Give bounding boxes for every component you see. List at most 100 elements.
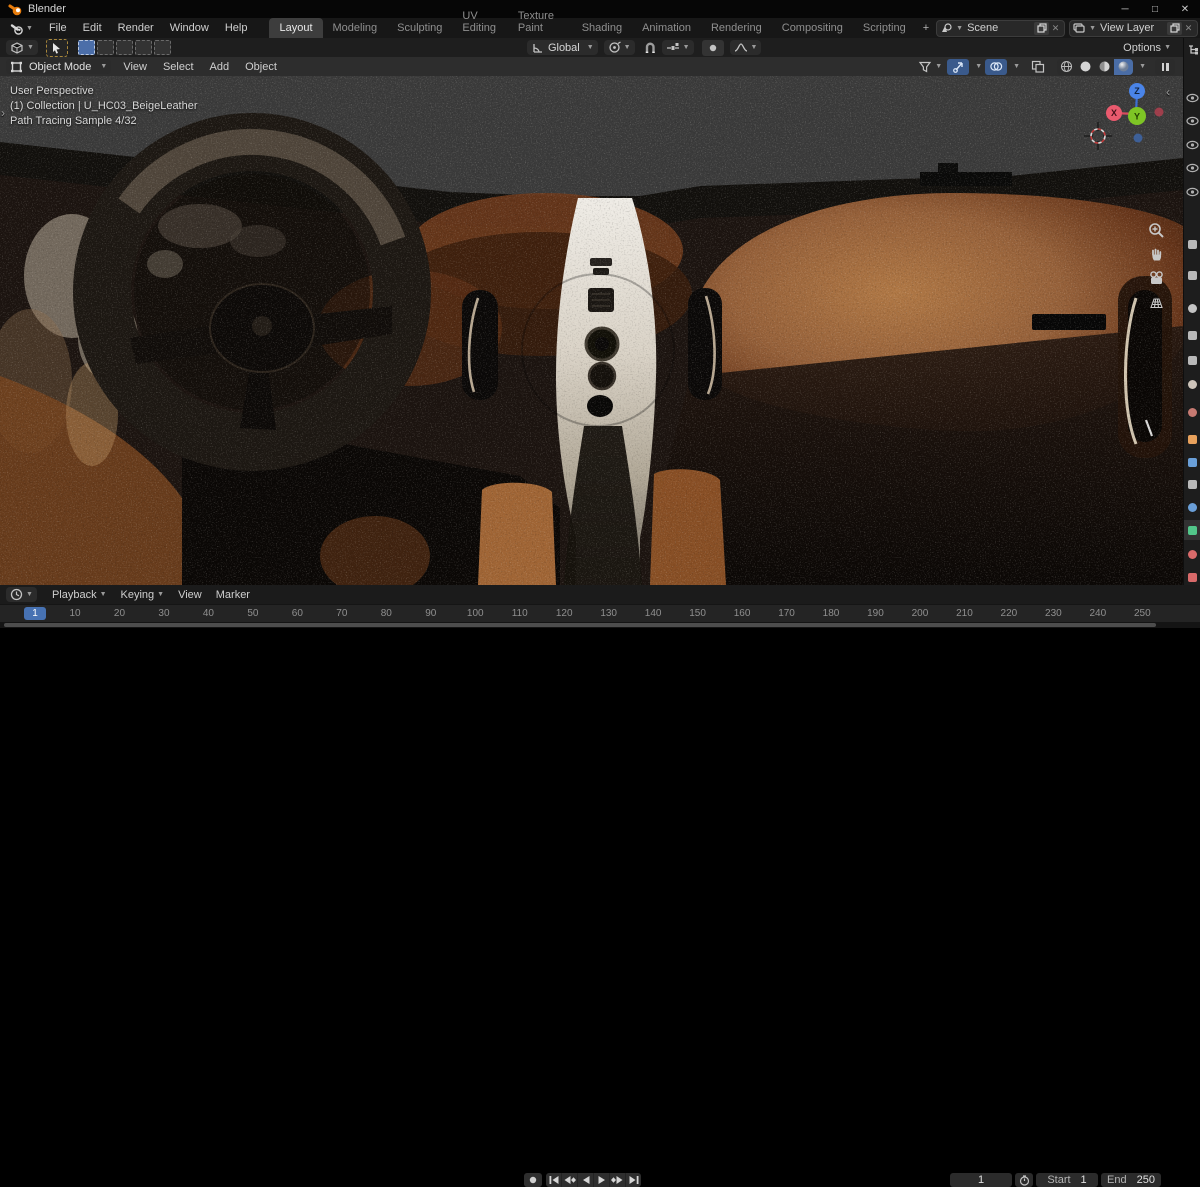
menu-file[interactable]: File <box>41 19 75 37</box>
transform-orientation-dropdown[interactable]: Global ▼ <box>526 40 598 55</box>
select-mode-invert[interactable] <box>134 40 152 55</box>
properties-tab-world[interactable] <box>1184 402 1200 422</box>
tab-shading[interactable]: Shading <box>572 18 632 38</box>
timeline-menu-playback[interactable]: Playback ▼ <box>45 586 114 604</box>
timeline-menu-keying[interactable]: Keying ▼ <box>114 586 172 604</box>
outliner-editor-icon[interactable] <box>1185 42 1200 57</box>
viewport-menu-object[interactable]: Object <box>237 58 285 76</box>
zoom-icon[interactable] <box>1148 222 1165 239</box>
tab-scripting[interactable]: Scripting <box>853 18 916 38</box>
timeline-editor-selector[interactable]: ▼ <box>6 587 37 602</box>
tab-rendering[interactable]: Rendering <box>701 18 772 38</box>
jump-to-end-button[interactable] <box>626 1173 641 1187</box>
axis-z-negative-ball[interactable] <box>1133 133 1143 143</box>
menu-help[interactable]: Help <box>217 19 256 37</box>
tab-animation[interactable]: Animation <box>632 18 701 38</box>
tab-modeling[interactable]: Modeling <box>323 18 388 38</box>
start-frame-field[interactable]: Start 1 <box>1036 1173 1098 1187</box>
blender-menu-button[interactable]: ▼ <box>6 21 37 36</box>
pivot-point-dropdown[interactable]: ▼ <box>603 40 635 55</box>
properties-tab-particles[interactable] <box>1184 474 1200 494</box>
timeline-ruler[interactable]: 10 20 30 40 50 60 70 80 90 100 110 120 130 140 150 160 1… <box>0 604 1200 623</box>
3d-viewport[interactable]: User Perspective (1) Collection | U_HC03… <box>0 76 1183 585</box>
tab-layout[interactable]: Layout <box>269 18 323 38</box>
chevron-down-icon[interactable]: ▼ <box>1013 63 1020 70</box>
select-mode-subtract[interactable] <box>115 40 133 55</box>
maximize-button[interactable]: □ <box>1140 4 1170 15</box>
remove-view-layer-button[interactable]: ✕ <box>1182 23 1195 34</box>
tab-compositing[interactable]: Compositing <box>772 18 853 38</box>
add-workspace-button[interactable]: + <box>916 18 936 38</box>
eye-icon[interactable] <box>1185 90 1200 105</box>
show-object-types-dropdown[interactable]: ▼ <box>916 59 944 75</box>
shading-rendered-button[interactable] <box>1114 58 1134 75</box>
viewport-menu-add[interactable]: Add <box>202 58 238 76</box>
scene-selector[interactable]: ▼ Scene ✕ <box>936 19 1066 37</box>
properties-tab-object[interactable] <box>1184 429 1200 449</box>
chevron-down-icon[interactable]: ▼ <box>1139 63 1146 70</box>
options-dropdown[interactable]: Options ▼ <box>1123 42 1171 54</box>
properties-tab-texture[interactable] <box>1184 567 1200 587</box>
properties-tab-output[interactable] <box>1184 325 1200 345</box>
shading-solid-button[interactable] <box>1076 59 1095 75</box>
pan-hand-icon[interactable] <box>1148 246 1165 263</box>
properties-tab-physics[interactable] <box>1184 497 1200 517</box>
properties-tab-editor-toggles[interactable] <box>1184 234 1200 254</box>
xray-toggle[interactable] <box>1027 59 1049 75</box>
timeline-menu-view[interactable]: View <box>171 586 209 604</box>
snap-target-dropdown[interactable]: ▼ <box>661 40 694 55</box>
grid-ortho-icon[interactable] <box>1148 294 1165 311</box>
view-layer-selector[interactable]: ▼ View Layer ✕ <box>1069 19 1198 37</box>
shading-wireframe-button[interactable] <box>1057 59 1076 75</box>
close-button[interactable]: ✕ <box>1170 4 1200 15</box>
playhead[interactable]: 1 <box>24 607 46 620</box>
select-mode-extend[interactable] <box>96 40 114 55</box>
properties-tab-render[interactable] <box>1184 298 1200 318</box>
menu-window[interactable]: Window <box>162 19 217 37</box>
select-mode-new[interactable] <box>77 40 95 55</box>
next-keyframe-button[interactable] <box>610 1173 626 1187</box>
mode-selector[interactable]: Object Mode ▼ <box>6 59 112 74</box>
axis-x-negative-ball[interactable] <box>1154 107 1164 117</box>
viewport-menu-select[interactable]: Select <box>155 58 202 76</box>
previous-keyframe-button[interactable] <box>562 1173 578 1187</box>
end-frame-field[interactable]: End 250 <box>1101 1173 1161 1187</box>
eye-icon[interactable] <box>1185 114 1200 129</box>
play-button[interactable] <box>594 1173 610 1187</box>
play-reverse-button[interactable] <box>578 1173 594 1187</box>
properties-tab-object-data[interactable] <box>1184 520 1200 540</box>
toolbar-expand-icon[interactable]: › <box>1 106 5 120</box>
tab-uv-editing[interactable]: UV Editing <box>452 6 507 38</box>
render-pause-button[interactable] <box>1155 58 1175 75</box>
camera-view-icon[interactable] <box>1148 270 1165 287</box>
menu-render[interactable]: Render <box>110 19 162 37</box>
properties-tab-material[interactable] <box>1184 544 1200 564</box>
navigation-gizmo[interactable]: Z X Y <box>1101 79 1171 149</box>
eye-icon[interactable] <box>1185 137 1200 152</box>
scrollbar-thumb[interactable] <box>4 623 1156 627</box>
show-gizmo-toggle[interactable] <box>947 58 970 75</box>
properties-tab-scene[interactable] <box>1184 374 1200 394</box>
viewport-menu-view[interactable]: View <box>115 58 155 76</box>
new-view-layer-button[interactable] <box>1167 21 1182 35</box>
minimize-button[interactable]: ─ <box>1110 4 1140 15</box>
timeline-menu-marker[interactable]: Marker <box>209 586 257 604</box>
tab-texture-paint[interactable]: Texture Paint <box>508 6 572 38</box>
select-mode-intersect[interactable] <box>153 40 171 55</box>
snap-magnet-icon[interactable] <box>643 40 658 55</box>
proportional-editing-toggle[interactable] <box>701 39 724 56</box>
current-frame-field[interactable]: 1 <box>950 1173 1012 1187</box>
jump-to-start-button[interactable] <box>546 1173 562 1187</box>
editor-type-selector[interactable]: ▼ <box>6 40 38 55</box>
menu-edit[interactable]: Edit <box>75 19 110 37</box>
active-tool-select-box[interactable] <box>45 38 68 57</box>
preview-range-button[interactable] <box>1015 1173 1033 1187</box>
shading-material-button[interactable] <box>1095 59 1114 75</box>
auto-keying-button[interactable] <box>524 1173 542 1187</box>
properties-tab-modifiers[interactable] <box>1184 452 1200 472</box>
properties-tab-tool[interactable] <box>1184 265 1200 285</box>
new-scene-button[interactable] <box>1034 21 1050 35</box>
unlink-scene-button[interactable]: ✕ <box>1049 23 1062 34</box>
proportional-falloff-dropdown[interactable]: ▼ <box>729 40 762 55</box>
eye-icon[interactable] <box>1185 161 1200 176</box>
